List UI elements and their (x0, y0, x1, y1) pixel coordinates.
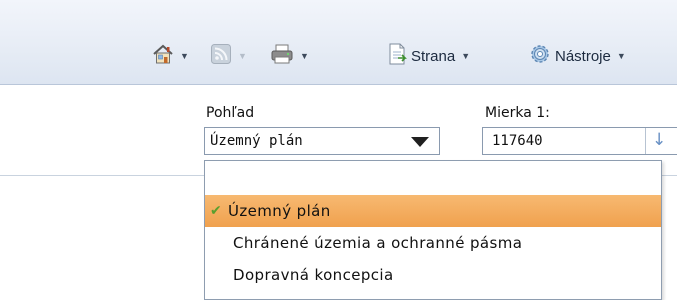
dropdown-item-label: Chránené územia a ochranné pásma (233, 234, 523, 252)
print-icon (270, 43, 294, 69)
view-dropdown-list: ✔ Územný plán Chránené územia a ochranné… (204, 160, 662, 300)
rss-feed-icon (210, 43, 232, 69)
arrow-down-icon[interactable]: ↓ (652, 128, 666, 152)
checkmark-icon: ✔ (210, 203, 223, 219)
browser-command-bar: ▼ ▼ ▼ Strana ▼ Nástroje ▼ (0, 0, 677, 85)
home-button[interactable]: ▼ (152, 38, 189, 74)
feeds-dropdown-caret[interactable]: ▼ (238, 51, 247, 61)
tools-menu-label: Nástroje (555, 47, 611, 65)
view-label: Pohľad (206, 105, 255, 121)
dropdown-item-label: Územný plán (228, 202, 331, 220)
view-select-value: Územný plán (210, 133, 303, 149)
home-icon (152, 43, 174, 69)
tools-dropdown-caret[interactable]: ▼ (617, 51, 626, 61)
print-dropdown-caret[interactable]: ▼ (300, 51, 309, 61)
page-dropdown-caret[interactable]: ▼ (461, 51, 470, 61)
scale-input[interactable] (482, 127, 677, 155)
dropdown-item-label: Dopravná koncepcia (233, 266, 394, 284)
page-menu-label: Strana (411, 47, 456, 65)
page-menu-button[interactable]: Strana ▼ (387, 38, 470, 74)
dropdown-item-dopravna-koncepcia[interactable]: Dopravná koncepcia (205, 259, 661, 291)
print-button[interactable]: ▼ (270, 38, 309, 74)
scale-label: Mierka 1: (485, 105, 550, 121)
view-select[interactable]: Územný plán (204, 127, 440, 155)
dropdown-item-uzemny-plan[interactable]: ✔ Územný plán (205, 195, 661, 227)
dropdown-item-chranene-uzemia[interactable]: Chránené územia a ochranné pásma (205, 227, 661, 259)
chevron-down-icon[interactable] (411, 137, 429, 147)
dropdown-item-empty[interactable] (205, 163, 661, 195)
scale-divider (645, 128, 646, 154)
home-dropdown-caret[interactable]: ▼ (180, 51, 189, 61)
gear-icon (529, 43, 551, 69)
page-icon (387, 43, 407, 69)
feeds-button[interactable]: ▼ (210, 38, 247, 74)
tools-menu-button[interactable]: Nástroje ▼ (529, 38, 626, 74)
